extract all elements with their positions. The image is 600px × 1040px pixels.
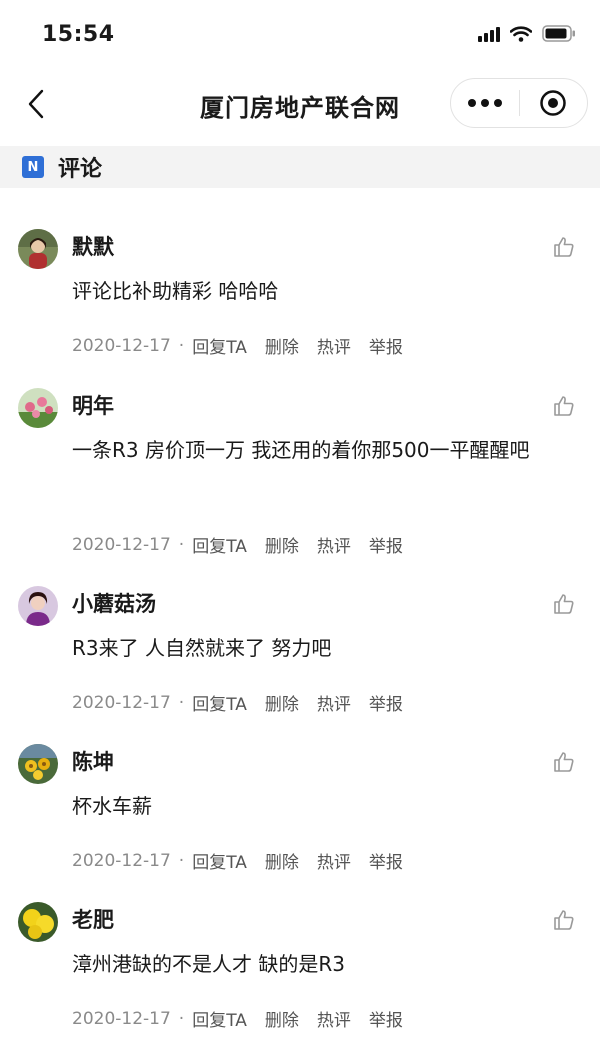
chevron-left-icon: [28, 89, 44, 119]
mini-program-capsule: [450, 78, 588, 128]
comment-meta: 2020-12-17 · 回复TA 删除 热评 举报: [72, 333, 421, 359]
reply-button[interactable]: 回复TA: [192, 333, 247, 358]
commenter-name[interactable]: 默默: [72, 231, 114, 261]
report-button[interactable]: 举报: [369, 848, 403, 873]
avatar[interactable]: [18, 586, 58, 626]
hot-comment-button[interactable]: 热评: [317, 532, 351, 557]
comment-item: 陈坤 杯水车薪 2020-12-17 · 回复TA 删除 热评 举报: [0, 744, 600, 894]
commenter-name[interactable]: 明年: [72, 390, 114, 420]
hot-comment-button[interactable]: 热评: [317, 333, 351, 358]
close-mini-program-button[interactable]: [520, 79, 588, 127]
commenter-name[interactable]: 老肥: [72, 904, 114, 934]
comment-text: 漳州港缺的不是人才 缺的是R3: [72, 952, 345, 976]
reply-button[interactable]: 回复TA: [192, 532, 247, 557]
meta-separator: ·: [178, 1008, 185, 1029]
thumbs-up-icon: [554, 910, 574, 930]
comment-text: 评论比补助精彩 哈哈哈: [72, 279, 279, 303]
meta-separator: ·: [178, 692, 185, 713]
thumbs-up-icon: [554, 752, 574, 772]
comment-date: 2020-12-17: [72, 692, 171, 713]
avatar[interactable]: [18, 388, 58, 428]
meta-separator: ·: [178, 335, 185, 356]
comment-text: 一条R3 房价顶一万 我还用的着你那500一平醒醒吧: [72, 438, 530, 462]
comment-date: 2020-12-17: [72, 534, 171, 555]
report-button[interactable]: 举报: [369, 333, 403, 358]
delete-button[interactable]: 删除: [265, 690, 299, 715]
comment-date: 2020-12-17: [72, 1008, 171, 1029]
status-time: 15:54: [42, 22, 115, 47]
report-button[interactable]: 举报: [369, 1006, 403, 1031]
hot-comment-button[interactable]: 热评: [317, 690, 351, 715]
meta-separator: ·: [178, 850, 185, 871]
comment-item: 小蘑菇汤 R3来了 人自然就来了 努力吧 2020-12-17 · 回复TA 删…: [0, 586, 600, 736]
battery-icon: [542, 25, 576, 42]
back-button[interactable]: [18, 86, 54, 122]
signal-icon: [478, 26, 500, 42]
meta-separator: ·: [178, 534, 185, 555]
like-button[interactable]: [552, 235, 576, 259]
like-button[interactable]: [552, 394, 576, 418]
hot-comment-button[interactable]: 热评: [317, 1006, 351, 1031]
avatar[interactable]: [18, 744, 58, 784]
reply-button[interactable]: 回复TA: [192, 690, 247, 715]
target-icon: [540, 90, 566, 116]
report-button[interactable]: 举报: [369, 690, 403, 715]
more-button[interactable]: [451, 79, 519, 127]
section-badge-icon: N: [22, 156, 44, 178]
reply-button[interactable]: 回复TA: [192, 848, 247, 873]
hot-comment-button[interactable]: 热评: [317, 848, 351, 873]
comment-date: 2020-12-17: [72, 335, 171, 356]
wifi-icon: [510, 25, 532, 42]
status-icons: [478, 25, 576, 42]
delete-button[interactable]: 删除: [265, 532, 299, 557]
commenter-name[interactable]: 小蘑菇汤: [72, 588, 156, 618]
avatar[interactable]: [18, 229, 58, 269]
like-button[interactable]: [552, 908, 576, 932]
avatar[interactable]: [18, 902, 58, 942]
delete-button[interactable]: 删除: [265, 1006, 299, 1031]
comments-section-header: N 评论: [0, 146, 600, 188]
comment-item: 默默 评论比补助精彩 哈哈哈 2020-12-17 · 回复TA 删除 热评 举…: [0, 229, 600, 379]
like-button[interactable]: [552, 750, 576, 774]
delete-button[interactable]: 删除: [265, 333, 299, 358]
comment-date: 2020-12-17: [72, 850, 171, 871]
comment-meta: 2020-12-17 · 回复TA 删除 热评 举报: [72, 848, 421, 874]
thumbs-up-icon: [554, 594, 574, 614]
delete-button[interactable]: 删除: [265, 848, 299, 873]
status-bar: 15:54: [0, 0, 600, 70]
report-button[interactable]: 举报: [369, 532, 403, 557]
nav-bar: 厦门房地产联合网: [0, 70, 600, 146]
thumbs-up-icon: [554, 237, 574, 257]
reply-button[interactable]: 回复TA: [192, 1006, 247, 1031]
comment-text: R3来了 人自然就来了 努力吧: [72, 636, 332, 660]
comment-meta: 2020-12-17 · 回复TA 删除 热评 举报: [72, 690, 421, 716]
comment-item: 明年 一条R3 房价顶一万 我还用的着你那500一平醒醒吧 2020-12-17…: [0, 388, 600, 578]
like-button[interactable]: [552, 592, 576, 616]
commenter-name[interactable]: 陈坤: [72, 746, 114, 776]
comment-meta: 2020-12-17 · 回复TA 删除 热评 举报: [72, 1006, 421, 1032]
comment-item: 老肥 漳州港缺的不是人才 缺的是R3 2020-12-17 · 回复TA 删除 …: [0, 902, 600, 1040]
section-title: 评论: [58, 157, 103, 182]
comment-meta: 2020-12-17 · 回复TA 删除 热评 举报: [72, 532, 421, 558]
comment-text: 杯水车薪: [72, 794, 152, 818]
thumbs-up-icon: [554, 396, 574, 416]
